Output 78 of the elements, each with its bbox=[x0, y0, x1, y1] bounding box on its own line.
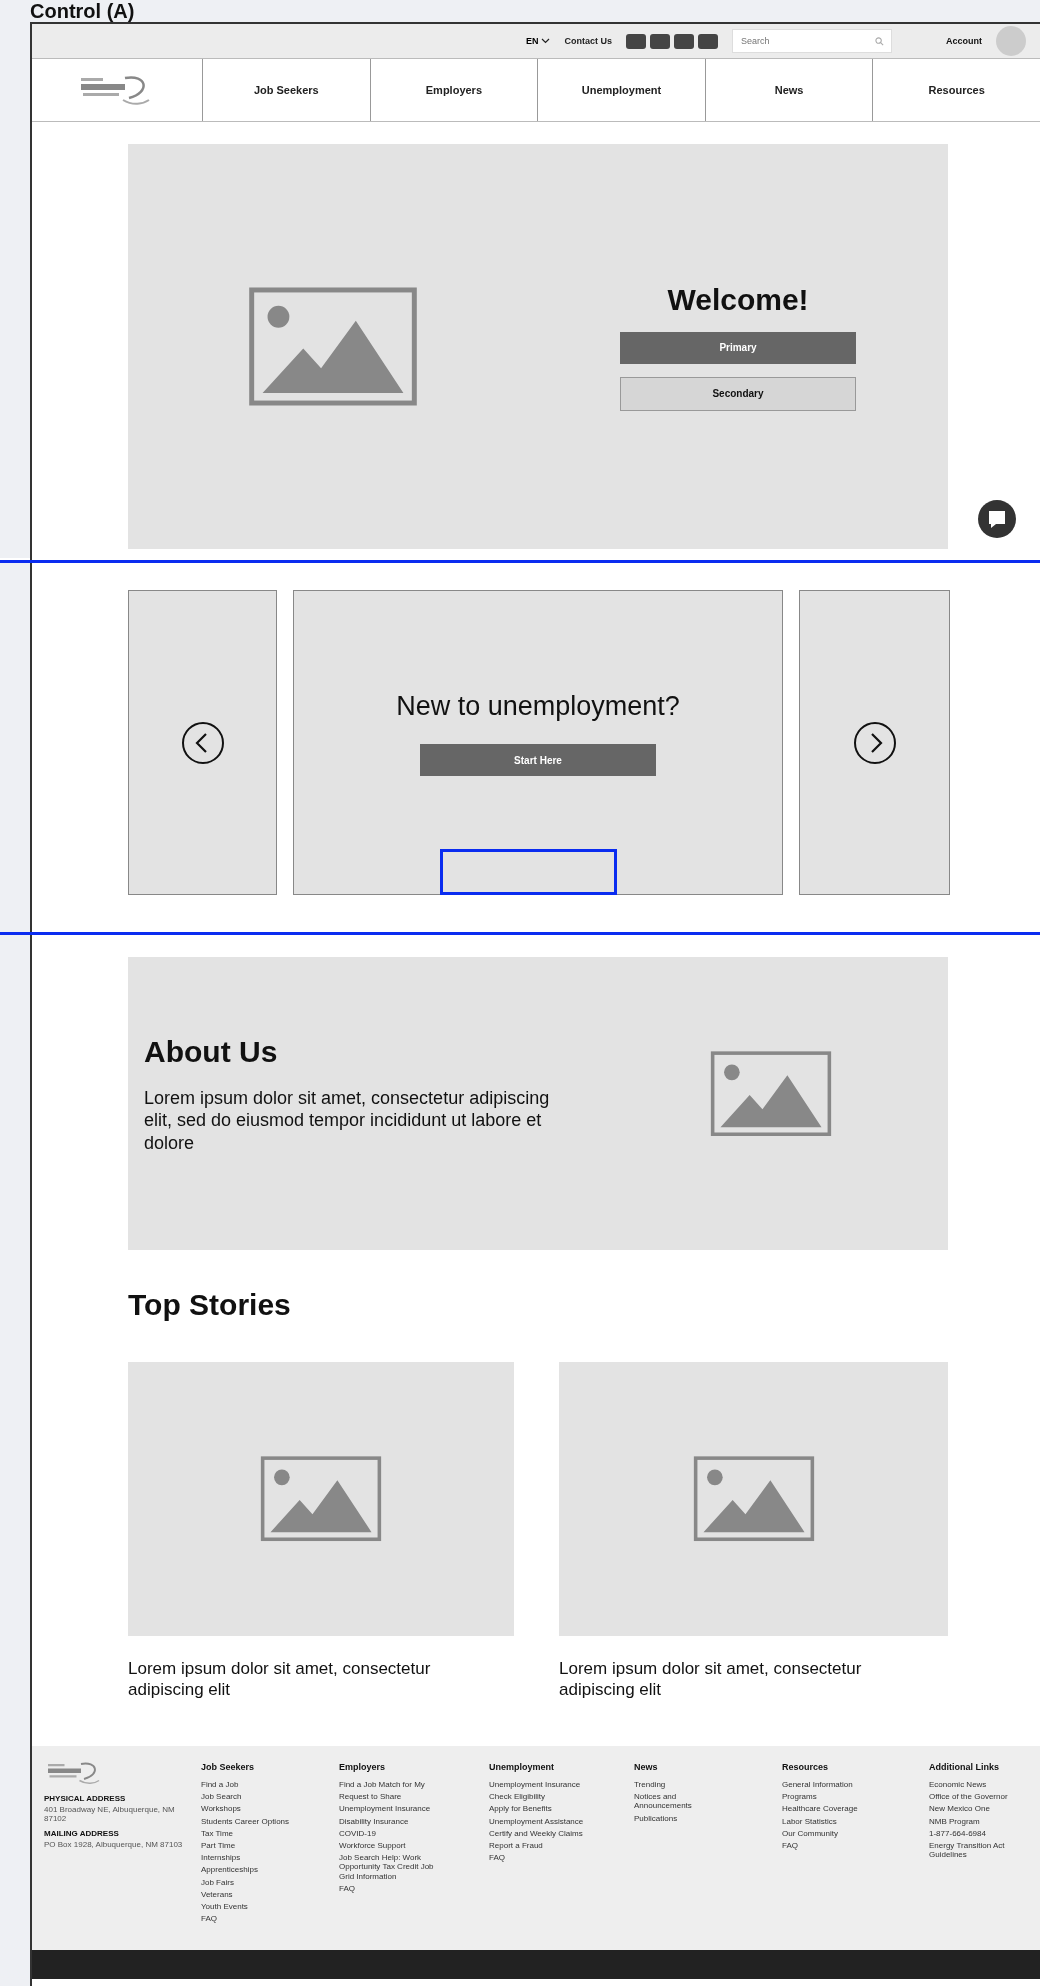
footer-link[interactable]: Find a Job Match for My bbox=[339, 1780, 439, 1790]
footer-link[interactable]: Unemployment Assistance bbox=[489, 1816, 589, 1826]
footer-link[interactable]: Trending bbox=[634, 1780, 734, 1790]
footer-link[interactable]: Workforce Support bbox=[339, 1840, 439, 1851]
carousel-title: New to unemployment? bbox=[396, 691, 680, 722]
footer-link[interactable]: Internships bbox=[201, 1853, 301, 1863]
footer-link[interactable]: Labor Statistics bbox=[782, 1816, 882, 1826]
footer-link[interactable]: Economic News bbox=[929, 1780, 1029, 1790]
footer-link[interactable]: Unemployment Insurance bbox=[489, 1780, 589, 1790]
footer-link[interactable]: New Mexico One bbox=[929, 1804, 1029, 1814]
footer-heading: Job Seekers bbox=[201, 1762, 256, 1772]
footer-heading: News bbox=[634, 1762, 659, 1772]
secondary-button[interactable]: Secondary bbox=[620, 376, 856, 411]
footer-link[interactable]: Apprenticeships bbox=[201, 1865, 301, 1875]
footer-link[interactable]: Office of the Governor bbox=[929, 1792, 1029, 1802]
search-icon bbox=[875, 37, 884, 46]
footer-heading: Unemployment bbox=[489, 1762, 555, 1772]
social-icon[interactable] bbox=[650, 33, 670, 49]
about-text: Lorem ipsum dolor sit amet, consectetur adipiscing elit, sed do eiusmod tempor incididunt ut labore et dolore bbox=[144, 1086, 551, 1155]
social-icon[interactable] bbox=[698, 33, 718, 49]
footer-link[interactable]: 1-877-664-6984 bbox=[929, 1828, 1029, 1838]
footer-link[interactable]: Report a Fraud bbox=[489, 1840, 589, 1851]
image-placeholder-icon bbox=[260, 1456, 382, 1542]
chevron-down-icon bbox=[541, 38, 551, 44]
footer-link[interactable]: COVID-19 bbox=[339, 1828, 439, 1838]
footer-link[interactable]: Check Eligibility bbox=[489, 1792, 589, 1802]
footer-link[interactable]: Apply for Benefits bbox=[489, 1804, 589, 1814]
footer-link[interactable]: Youth Events bbox=[201, 1901, 301, 1912]
image-placeholder-icon bbox=[692, 1456, 815, 1542]
footer-link[interactable]: Certify and Weekly Claims bbox=[489, 1828, 589, 1838]
footer-link[interactable]: Unemployment Insurance bbox=[339, 1804, 439, 1814]
footer-heading: Employers bbox=[339, 1762, 387, 1772]
welcome-title: Welcome! bbox=[667, 282, 809, 317]
section-title: About Us bbox=[144, 1034, 279, 1069]
footer-link[interactable]: Our Community bbox=[782, 1828, 882, 1838]
address-text: 401 Broadway NE, Albuquerque, NM 87102 bbox=[44, 1805, 176, 1824]
story-caption[interactable]: Lorem ipsum dolor sit amet, consectetur adipiscing elit bbox=[559, 1658, 929, 1701]
footer-link[interactable]: Part Time bbox=[201, 1840, 301, 1851]
footer-link[interactable]: Disability Insurance bbox=[339, 1816, 439, 1826]
start-button[interactable]: Start Here bbox=[420, 744, 656, 776]
footer-heading: Resources bbox=[782, 1762, 830, 1772]
footer-link[interactable]: Job Search Help: Work Opportunity Tax Credit Job Grid Information bbox=[339, 1853, 439, 1881]
footer-link[interactable]: Students Career Options bbox=[201, 1816, 301, 1826]
image-placeholder-icon bbox=[709, 1050, 832, 1137]
footer-link[interactable]: Job Search bbox=[201, 1792, 301, 1802]
footer-link[interactable]: Publications bbox=[634, 1813, 734, 1823]
footer-link[interactable]: Veterans bbox=[201, 1889, 301, 1899]
language-selector[interactable]: EN bbox=[525, 36, 551, 46]
footer-link[interactable]: NMB Program bbox=[929, 1816, 1029, 1826]
page-heading: Control (A) bbox=[30, 0, 135, 22]
address-label: PHYSICAL ADDRESS bbox=[44, 1794, 127, 1803]
account-label[interactable]: Account bbox=[946, 36, 982, 46]
footer-link[interactable]: Find a Job bbox=[201, 1780, 301, 1790]
image-placeholder-icon bbox=[248, 287, 418, 406]
footer-link[interactable]: General Information bbox=[782, 1780, 882, 1790]
footer-link[interactable]: Workshops bbox=[201, 1804, 301, 1814]
footer-link[interactable]: FAQ bbox=[489, 1853, 589, 1863]
footer-link[interactable]: FAQ bbox=[782, 1840, 882, 1851]
social-icon[interactable] bbox=[674, 33, 694, 49]
social-icon[interactable] bbox=[626, 33, 646, 49]
contact-link[interactable]: Contact Us bbox=[564, 36, 612, 46]
footer-link[interactable]: Energy Transition Act Guidelines bbox=[929, 1840, 1029, 1860]
footer-link[interactable]: Job Fairs bbox=[201, 1877, 301, 1887]
search-field[interactable]: Search bbox=[732, 29, 892, 53]
footer-link[interactable]: Healthcare Coverage bbox=[782, 1804, 882, 1814]
footer-link[interactable]: Tax Time bbox=[201, 1828, 301, 1838]
address-label: MAILING ADDRESS bbox=[44, 1829, 120, 1839]
primary-button[interactable]: Primary bbox=[620, 331, 856, 364]
footer-heading: Additional Links bbox=[929, 1762, 1000, 1772]
address-text: PO Box 1928, Albuquerque, NM 87103 bbox=[44, 1840, 184, 1850]
story-caption[interactable]: Lorem ipsum dolor sit amet, consectetur adipiscing elit bbox=[128, 1658, 498, 1701]
section-title: Top Stories bbox=[128, 1288, 292, 1322]
chat-icon[interactable] bbox=[978, 500, 1016, 538]
footer-link[interactable]: Programs bbox=[782, 1792, 882, 1802]
footer-link[interactable]: Request to Share bbox=[339, 1792, 439, 1802]
footer-link[interactable]: FAQ bbox=[201, 1914, 301, 1924]
footer-link[interactable]: Notices and Announcements bbox=[634, 1792, 734, 1811]
footer-link[interactable]: FAQ bbox=[339, 1883, 439, 1893]
